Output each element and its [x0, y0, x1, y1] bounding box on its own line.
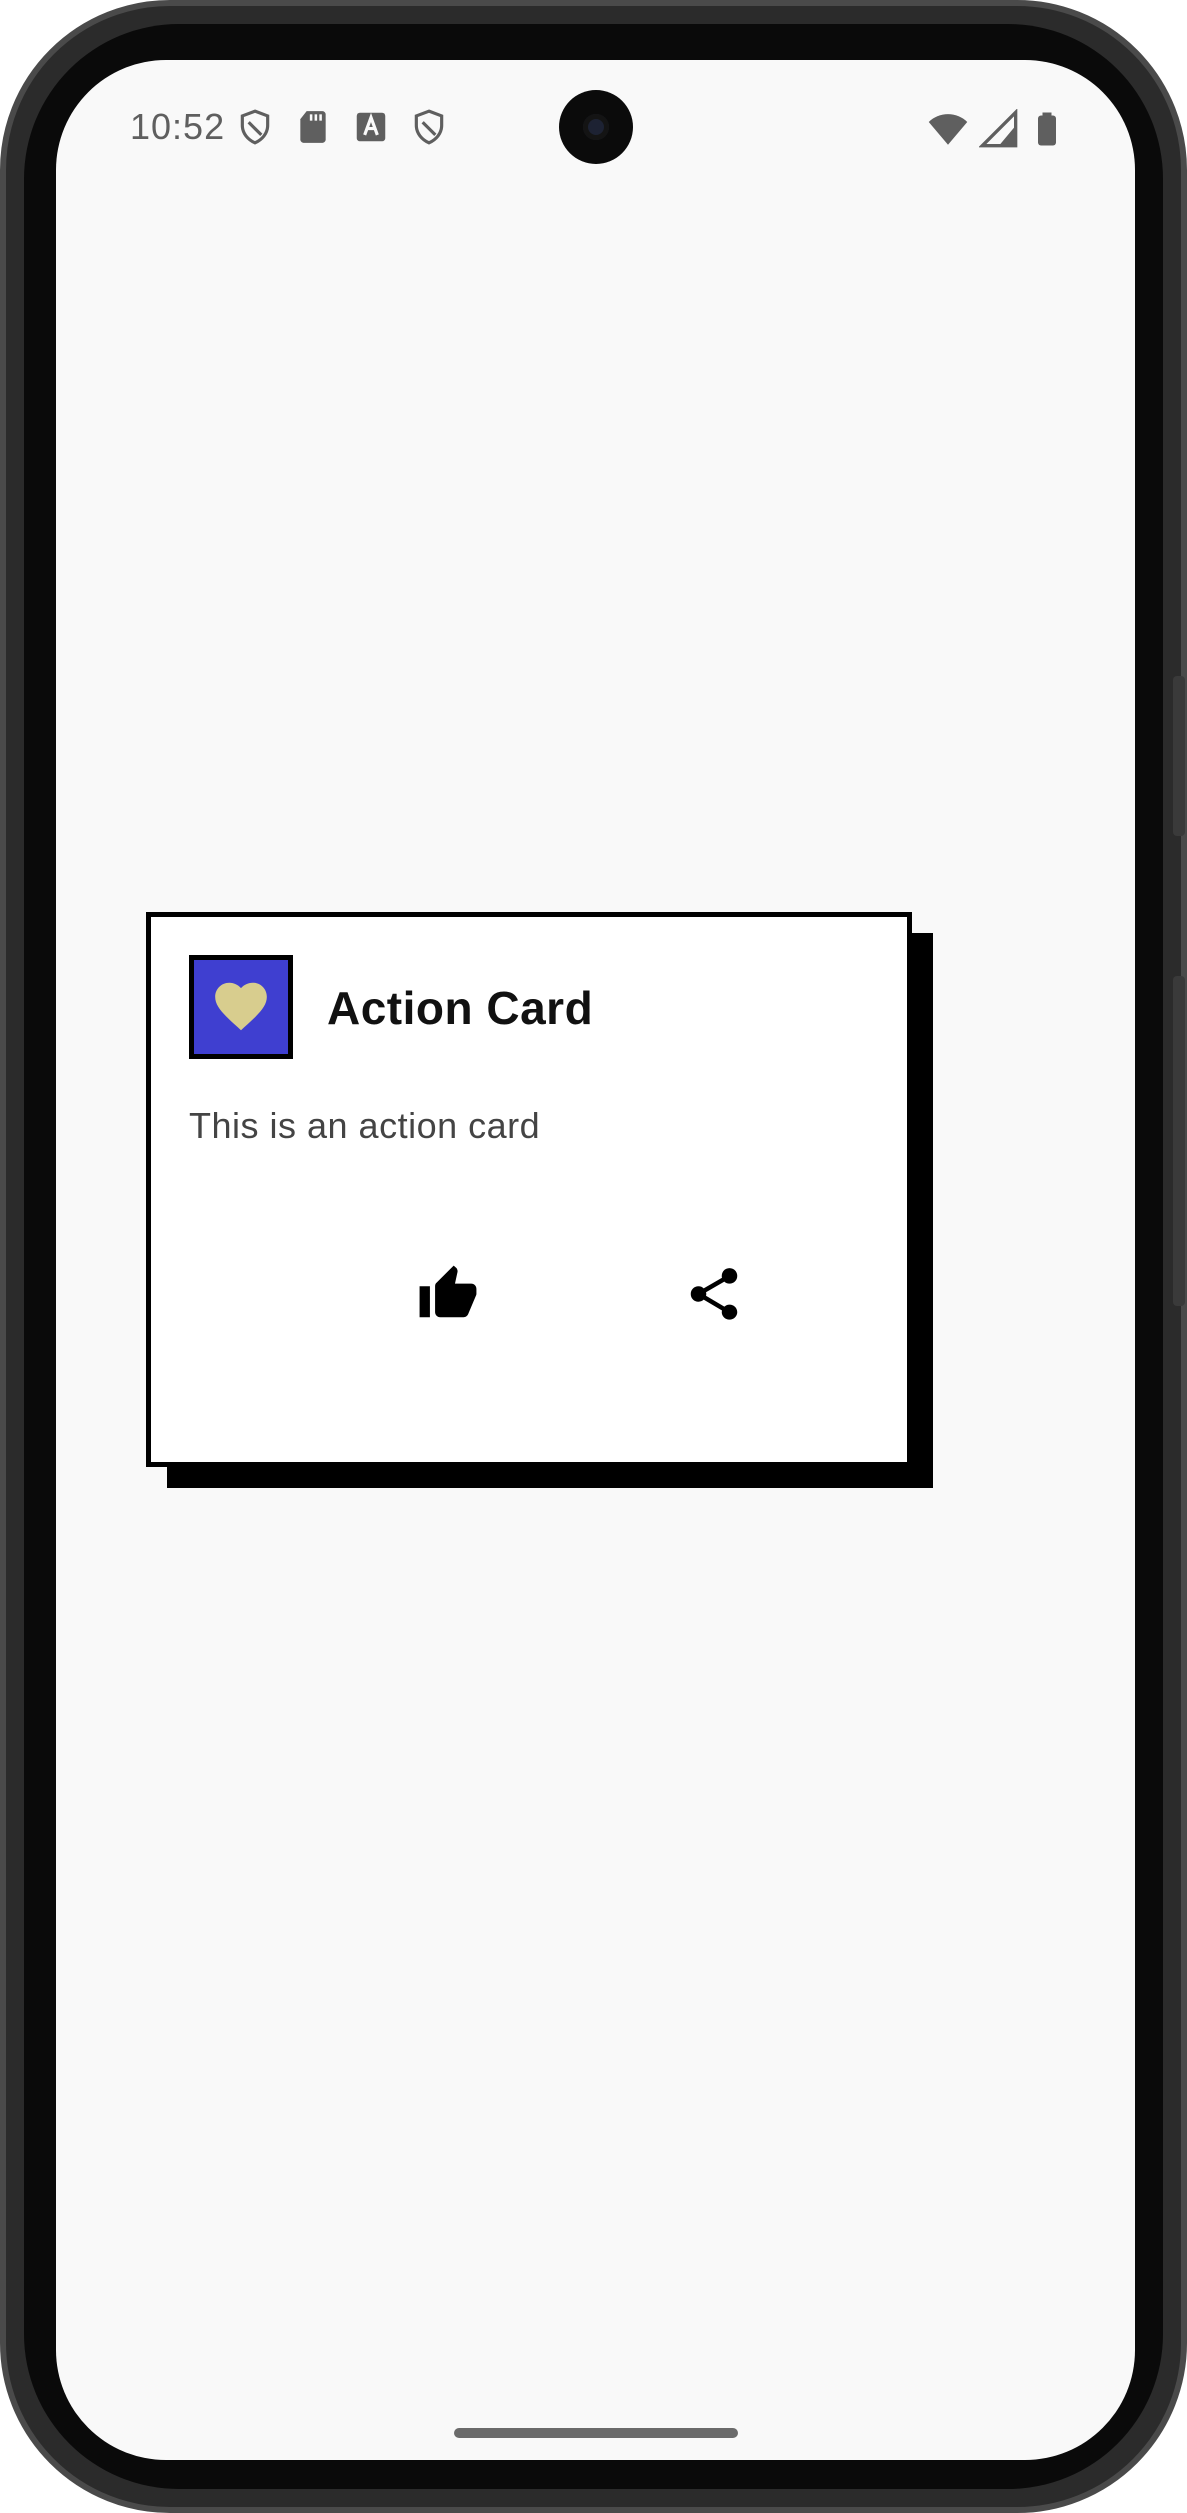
notification-icons	[236, 108, 448, 146]
like-button[interactable]	[413, 1259, 483, 1329]
card-body-text: This is an action card	[189, 1105, 541, 1146]
home-indicator[interactable]	[454, 2428, 738, 2438]
heart-icon	[215, 982, 267, 1031]
card-title: Action Card	[327, 982, 594, 1034]
status-time: 10:52	[130, 106, 226, 147]
share-button[interactable]	[679, 1259, 749, 1329]
thumb-up-icon	[419, 1265, 477, 1318]
card-avatar	[189, 955, 293, 1059]
shield-icon	[414, 109, 444, 145]
font-a-icon	[356, 112, 386, 142]
shield-icon	[240, 109, 270, 145]
sd-card-icon	[300, 111, 326, 143]
volume-button	[1173, 676, 1185, 836]
power-button	[1173, 976, 1185, 1306]
system-icons	[927, 108, 1065, 150]
share-icon	[690, 1268, 738, 1320]
status-bar: 10:52	[56, 60, 1135, 200]
battery-icon	[1038, 112, 1056, 146]
front-camera	[559, 90, 633, 164]
cellular-signal-icon	[979, 109, 1018, 148]
action-card: Action Card This is an action card	[146, 912, 912, 1467]
wifi-icon	[928, 114, 968, 145]
